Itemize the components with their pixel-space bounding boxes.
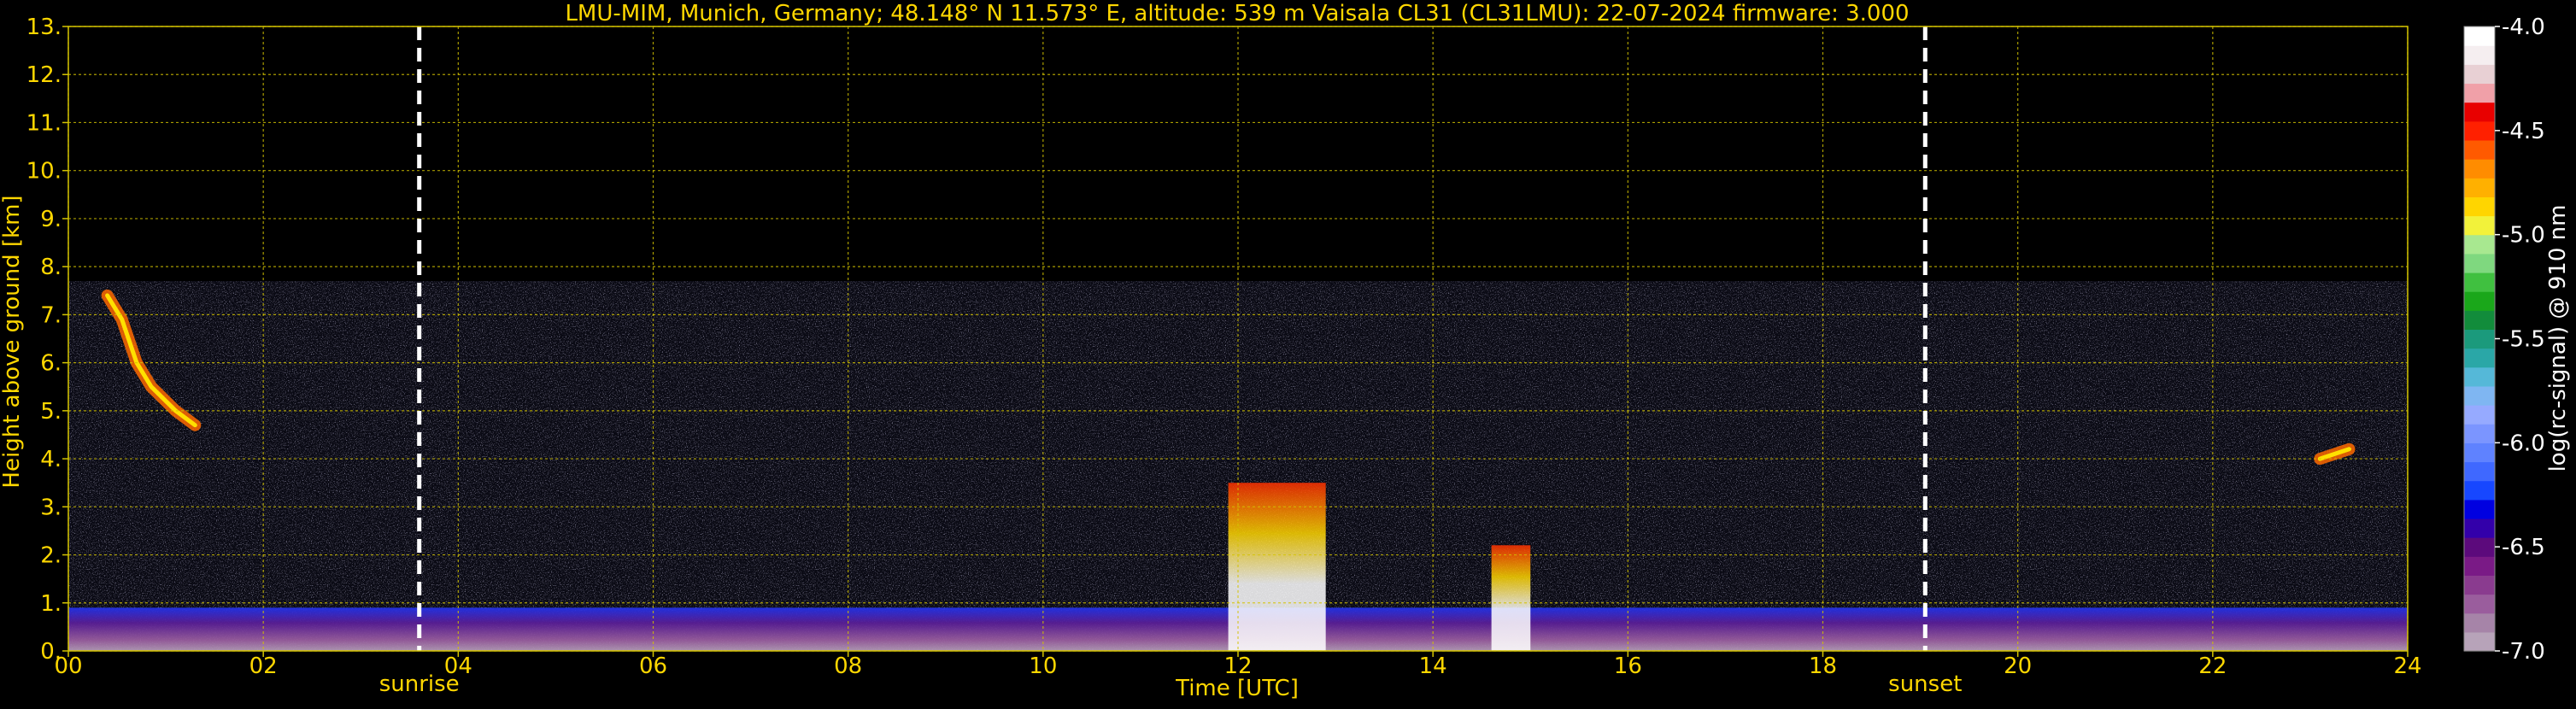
colorbar-swatch [2464, 215, 2495, 236]
colorbar-tick-label: -7.0 [2502, 639, 2545, 665]
colorbar-tick-label: -4.5 [2502, 119, 2545, 144]
sunset-label: sunset [1888, 671, 1962, 697]
y-axis-label: Height above ground [km] [0, 195, 25, 488]
colorbar: -4.0 -4.5 -5.0 -5.5 -6.0 -6.5 -7.0 [2463, 15, 2545, 665]
y-tick-label: 10. [26, 159, 62, 185]
colorbar-swatch [2464, 329, 2495, 349]
colorbar-swatch [2464, 83, 2495, 103]
colorbar-swatch [2464, 178, 2495, 197]
y-tick-label: 0. [40, 639, 62, 665]
y-tick-label: 13. [26, 15, 62, 40]
colorbar-swatch [2464, 385, 2495, 406]
colorbar-swatch [2464, 196, 2495, 217]
x-tick-label: 16 [1614, 653, 1642, 679]
colorbar-swatch [2464, 537, 2495, 557]
layer-cloud-12utc [1228, 483, 1326, 651]
colorbar-swatch [2464, 575, 2495, 595]
y-tick-label: 1. [40, 591, 62, 617]
colorbar-swatch [2464, 518, 2495, 538]
ceilometer-chart: sunrise sunset 00 02 04 06 08 10 12 14 16 18 20 22 24… [0, 0, 2576, 706]
colorbar-swatch [2464, 556, 2495, 576]
colorbar-swatch [2464, 291, 2495, 311]
colorbar-swatch [2464, 310, 2495, 331]
colorbar-swatch [2464, 272, 2495, 292]
colorbar-swatch [2464, 120, 2495, 141]
x-tick-label: 18 [1809, 653, 1837, 679]
y-tick-label: 5. [40, 399, 62, 425]
x-tick-label: 20 [2004, 653, 2032, 679]
colorbar-swatch [2464, 366, 2495, 387]
colorbar-tick-label: -5.0 [2502, 223, 2545, 249]
y-tick-label: 9. [40, 207, 62, 232]
colorbar-swatch [2464, 45, 2495, 65]
colorbar-label: log(rc-signal) @ 910 nm [2545, 205, 2571, 472]
x-tick-label: 06 [639, 653, 667, 679]
x-tick-label: 08 [834, 653, 862, 679]
colorbar-swatch [2464, 612, 2495, 633]
layer-cloud-14-15utc [1491, 545, 1531, 651]
x-tick-label: 24 [2393, 653, 2421, 679]
colorbar-tick-label: -4.0 [2502, 15, 2545, 40]
colorbar-swatch [2464, 348, 2495, 368]
colorbar-swatch [2464, 405, 2495, 425]
colorbar-swatch [2464, 234, 2495, 255]
x-tick-label: 02 [249, 653, 278, 679]
x-axis-label: Time [UTC] [1175, 676, 1299, 701]
colorbar-swatch [2464, 139, 2495, 160]
y-tick-label: 2. [40, 543, 62, 569]
y-tick-label: 11. [26, 110, 62, 136]
colorbar-swatch [2464, 424, 2495, 443]
colorbar-swatch [2464, 499, 2495, 519]
colorbar-swatch [2464, 442, 2495, 463]
chart-svg: sunrise sunset 00 02 04 06 08 10 12 14 16 18 20 22 24… [0, 1, 2571, 701]
colorbar-swatch [2464, 461, 2495, 482]
x-tick-label: 22 [2198, 653, 2227, 679]
y-tick-label: 6. [40, 351, 62, 377]
colorbar-swatch [2464, 253, 2495, 273]
chart-title: LMU-MIM, Munich, Germany; 48.148° N 11.5… [565, 1, 1909, 26]
colorbar-tick-label: -6.0 [2502, 431, 2545, 456]
y-tick-label: 4. [40, 447, 62, 472]
y-tick-label: 8. [40, 255, 62, 280]
colorbar-swatch [2464, 631, 2495, 652]
colorbar-swatch [2464, 64, 2495, 85]
x-tick-label: 14 [1419, 653, 1447, 679]
colorbar-swatch [2464, 480, 2495, 501]
x-tick-label: 10 [1029, 653, 1057, 679]
y-tick-label: 12. [26, 62, 62, 88]
colorbar-swatch [2464, 26, 2495, 46]
colorbar-tick-label: -6.5 [2502, 535, 2545, 560]
colorbar-tick-label: -5.5 [2502, 327, 2545, 353]
y-tick-label: 3. [40, 495, 62, 520]
colorbar-swatch [2464, 159, 2495, 179]
y-tick-label: 7. [40, 302, 62, 328]
colorbar-swatch [2464, 102, 2495, 122]
colorbar-swatch [2464, 594, 2495, 614]
x-tick-label: 04 [444, 653, 472, 679]
